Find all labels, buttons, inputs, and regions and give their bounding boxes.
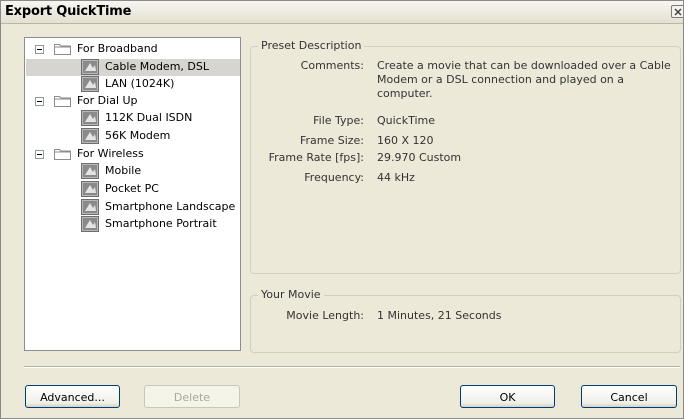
tree-item-cable-modem[interactable]: Cable Modem, DSL <box>25 59 240 76</box>
tree-group-wireless[interactable]: For Wireless <box>25 146 240 163</box>
frequency-label: Frequency: <box>304 171 364 184</box>
tree-item-smartphone-portrait[interactable]: Smartphone Portrait <box>25 216 240 233</box>
tree-item-lan[interactable]: LAN (1024K) <box>25 76 240 93</box>
tree-item-label: 112K Dual ISDN <box>105 111 193 124</box>
tree-item-label: Cable Modem, DSL <box>105 60 209 73</box>
tree-item-label: 56K Modem <box>105 129 171 142</box>
close-button[interactable] <box>671 5 683 18</box>
tree-item-56k-modem[interactable]: 56K Modem <box>25 128 240 145</box>
quicktime-preset-icon <box>81 216 99 232</box>
your-movie-group: Your Movie Movie Length: 1 Minutes, 21 S… <box>250 288 681 353</box>
tree-item-pocket-pc[interactable]: Pocket PC <box>25 181 240 198</box>
preset-tree[interactable]: For Broadband Cable Modem, DSL LAN (1024… <box>24 37 241 351</box>
quicktime-preset-icon <box>81 110 99 126</box>
tree-item-label: Smartphone Landscape <box>105 200 236 213</box>
file-type-value: QuickTime <box>377 114 436 127</box>
tree-item-label: Mobile <box>105 164 142 177</box>
quicktime-preset-icon <box>81 59 99 75</box>
preset-description-legend: Preset Description <box>258 39 365 52</box>
delete-button[interactable]: Delete <box>144 385 240 408</box>
tree-item-mobile[interactable]: Mobile <box>25 163 240 180</box>
your-movie-legend: Your Movie <box>258 288 324 301</box>
preset-description-group: Preset Description Comments: Create a mo… <box>250 39 681 274</box>
ok-button[interactable]: OK <box>460 385 555 408</box>
folder-icon <box>54 44 71 55</box>
collapse-minus-icon[interactable] <box>35 150 44 159</box>
separator <box>24 366 680 368</box>
tree-group-label: For Wireless <box>77 147 144 160</box>
cancel-button[interactable]: Cancel <box>581 385 677 408</box>
title-bar: Export QuickTime <box>1 1 683 24</box>
tree-item-label: Smartphone Portrait <box>105 217 217 230</box>
movie-length-value: 1 Minutes, 21 Seconds <box>377 309 502 322</box>
quicktime-preset-icon <box>81 128 99 144</box>
tree-item-smartphone-landscape[interactable]: Smartphone Landscape <box>25 199 240 216</box>
quicktime-preset-icon <box>81 76 99 92</box>
tree-group-label: For Broadband <box>77 42 158 55</box>
folder-icon <box>54 96 71 107</box>
close-icon <box>674 8 682 16</box>
frame-size-label: Frame Size: <box>299 134 364 147</box>
tree-item-112k-dual-isdn[interactable]: 112K Dual ISDN <box>25 110 240 127</box>
advanced-button[interactable]: Advanced... <box>25 385 120 408</box>
file-type-label: File Type: <box>313 114 364 127</box>
folder-icon <box>54 149 71 160</box>
tree-item-label: Pocket PC <box>105 182 159 195</box>
tree-group-broadband[interactable]: For Broadband <box>25 41 240 58</box>
collapse-minus-icon[interactable] <box>35 97 44 106</box>
frame-rate-label: Frame Rate [fps]: <box>268 151 364 164</box>
comments-line-1: Create a movie that can be downloaded ov… <box>377 59 671 72</box>
tree-item-label: LAN (1024K) <box>105 77 175 90</box>
quicktime-preset-icon <box>81 199 99 215</box>
tree-group-label: For Dial Up <box>77 94 138 107</box>
frequency-value: 44 kHz <box>377 171 415 184</box>
movie-length-label: Movie Length: <box>286 309 364 322</box>
quicktime-preset-icon <box>81 163 99 179</box>
comments-line-2: Modem or a DSL connection and played on … <box>377 73 625 100</box>
collapse-minus-icon[interactable] <box>35 45 44 54</box>
export-quicktime-dialog: Export QuickTime For Broadband Cable Mod… <box>0 0 684 419</box>
dialog-title: Export QuickTime <box>5 4 132 19</box>
tree-group-dial-up[interactable]: For Dial Up <box>25 93 240 110</box>
frame-size-value: 160 X 120 <box>377 134 434 147</box>
quicktime-preset-icon <box>81 181 99 197</box>
comments-label: Comments: <box>300 59 364 72</box>
frame-rate-value: 29.970 Custom <box>377 151 462 164</box>
